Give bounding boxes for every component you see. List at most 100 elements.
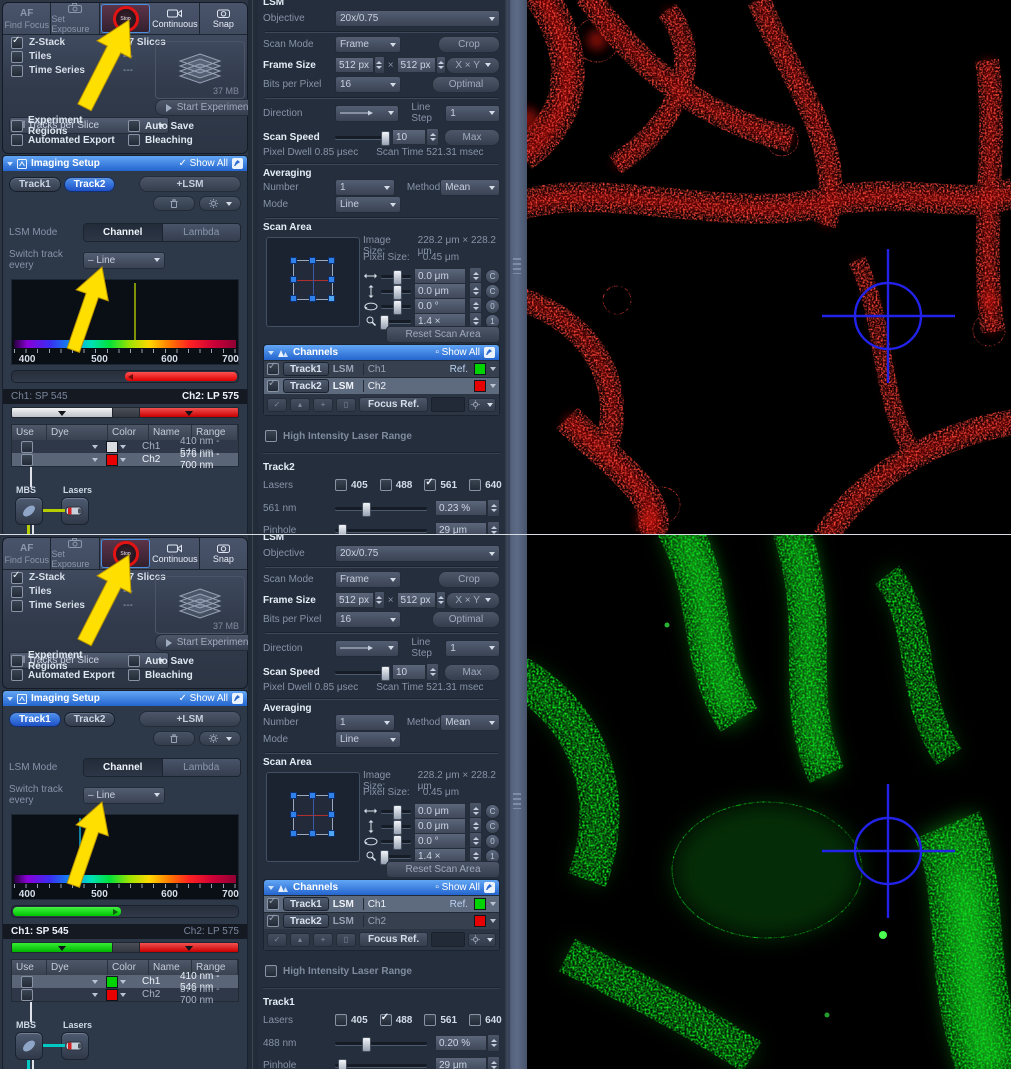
crop-button[interactable]: Crop xyxy=(438,571,500,588)
ch1-range-slider[interactable] xyxy=(11,407,113,418)
scan-mode-dropdown[interactable]: Frame xyxy=(335,36,401,53)
method-dropdown[interactable]: Mean xyxy=(440,179,500,196)
laser-power-slider[interactable] xyxy=(335,507,427,510)
slider-handle[interactable] xyxy=(362,1037,371,1052)
roi-handle[interactable] xyxy=(309,792,316,799)
ch1-color-swatch[interactable] xyxy=(106,441,118,453)
channel-row-track1[interactable]: Track1 LSM Ch1 Ref. xyxy=(264,895,499,912)
switch-track-dropdown[interactable]: – Line xyxy=(83,787,165,804)
pinhole-stepper[interactable] xyxy=(487,521,500,534)
frame-width-stepper[interactable] xyxy=(374,591,385,609)
track1-enable-checkbox[interactable] xyxy=(267,898,279,910)
experiment-regions-checkbox[interactable] xyxy=(11,655,23,667)
remove-channel-button[interactable]: ▯ xyxy=(336,398,356,412)
roi-handle[interactable] xyxy=(309,257,316,264)
offset-x-slider[interactable] xyxy=(381,275,411,278)
pinhole-field[interactable]: 29 μm xyxy=(435,522,487,534)
channels-header[interactable]: Channels ▫ Show All xyxy=(264,880,499,895)
find-focus-button[interactable]: AF Find Focus xyxy=(3,538,51,569)
laser-488-checkbox[interactable] xyxy=(380,1014,392,1026)
snap-button[interactable]: Snap xyxy=(200,3,247,34)
scan-area-preview[interactable] xyxy=(266,772,360,862)
frame-width-field[interactable]: 512 px xyxy=(335,57,374,73)
ch1-range-slider[interactable] xyxy=(11,942,113,953)
roi-handle[interactable] xyxy=(309,830,316,837)
find-focus-button[interactable]: AF Find Focus xyxy=(3,3,51,34)
ch1-color-swatch[interactable] xyxy=(106,976,118,988)
roi-handle[interactable] xyxy=(328,830,335,837)
ch1-dye-dropdown[interactable] xyxy=(42,445,102,449)
ch1-display-color-swatch[interactable] xyxy=(474,363,486,375)
zoom-slider[interactable] xyxy=(381,855,411,858)
collapse-icon[interactable] xyxy=(268,886,274,890)
scan-speed-slider[interactable] xyxy=(335,671,386,674)
channels-show-all-checkbox[interactable]: ▫ Show All xyxy=(435,347,480,358)
max-speed-button[interactable]: Max xyxy=(444,129,500,146)
roi-handle[interactable] xyxy=(328,811,335,818)
auto-save-checkbox[interactable] xyxy=(128,120,140,132)
max-speed-button[interactable]: Max xyxy=(444,664,500,681)
roi-handle[interactable] xyxy=(328,257,335,264)
tab-track2[interactable]: Track2 xyxy=(64,712,116,727)
imaging-setup-header[interactable]: Imaging Setup ✓ Show All xyxy=(3,156,247,171)
mbs-node[interactable] xyxy=(15,1032,43,1060)
laser-405-checkbox[interactable] xyxy=(335,479,347,491)
laser-640-checkbox[interactable] xyxy=(469,479,481,491)
tab-track1[interactable]: Track1 xyxy=(9,712,61,727)
tiles-checkbox[interactable] xyxy=(11,51,23,63)
continuous-button[interactable]: Continuous xyxy=(151,3,199,34)
filter-handle-icon[interactable] xyxy=(113,909,118,915)
pinhole-field[interactable]: 29 μm xyxy=(435,1057,487,1069)
dye-row-ch2[interactable]: Ch2 576 nm - 700 nm xyxy=(12,453,238,466)
roi-handle[interactable] xyxy=(290,257,297,264)
spectrum-display[interactable]: 400 500 600 700 xyxy=(11,814,239,900)
scan-speed-stepper[interactable] xyxy=(426,128,439,146)
tiles-checkbox[interactable] xyxy=(11,586,23,598)
lasers-node[interactable] xyxy=(61,1032,89,1060)
lambda-mode-button[interactable]: Lambda xyxy=(162,759,241,776)
ch2-display-color-swatch[interactable] xyxy=(474,380,486,392)
channel-row-track2[interactable]: Track2 LSM Ch2 xyxy=(264,377,499,394)
z-stack-checkbox[interactable] xyxy=(11,37,23,49)
channel-mode-button[interactable]: Channel xyxy=(84,224,162,241)
channel-row-track2[interactable]: Track2 LSM Ch2 xyxy=(264,912,499,929)
ch1-use-checkbox[interactable] xyxy=(21,976,33,988)
automated-export-checkbox[interactable] xyxy=(11,134,23,146)
dye-row-ch2[interactable]: Ch2 576 nm - 700 nm xyxy=(12,988,238,1001)
laser-power-slider[interactable] xyxy=(335,1042,427,1045)
ch2-dye-dropdown[interactable] xyxy=(42,993,102,997)
slider-handle[interactable] xyxy=(362,502,371,517)
auto-save-checkbox[interactable] xyxy=(128,655,140,667)
show-all-checkbox[interactable]: ✓ Show All xyxy=(178,158,228,169)
time-series-checkbox[interactable] xyxy=(11,600,23,612)
frame-height-field[interactable]: 512 px xyxy=(397,592,436,608)
roi-handle[interactable] xyxy=(328,792,335,799)
add-lsm-button[interactable]: +LSM xyxy=(139,711,241,727)
crop-button[interactable]: Crop xyxy=(438,36,500,53)
lasers-node[interactable] xyxy=(61,497,89,525)
pinhole-stepper[interactable] xyxy=(487,1056,500,1069)
channel-row-track1[interactable]: Track1 LSM Ch1 Ref. xyxy=(264,360,499,377)
frame-height-stepper[interactable] xyxy=(436,591,447,609)
laser-power-stepper[interactable] xyxy=(487,499,500,517)
delete-track-button[interactable] xyxy=(153,731,195,746)
add-channel-button[interactable]: + xyxy=(313,398,333,412)
optimal-button[interactable]: Optimal xyxy=(432,611,500,628)
ch1-dye-dropdown[interactable] xyxy=(42,980,102,984)
optimal-button[interactable]: Optimal xyxy=(432,76,500,93)
scan-roi[interactable] xyxy=(293,260,333,300)
start-experiment-button[interactable]: Start Experiment xyxy=(155,634,261,651)
remove-channel-button[interactable]: ▯ xyxy=(336,933,356,947)
stage-crosshair[interactable] xyxy=(527,535,1011,1069)
scan-area-preview[interactable] xyxy=(266,237,360,327)
splitter-grip[interactable] xyxy=(513,258,521,274)
imaging-setup-header[interactable]: Imaging Setup ✓ Show All xyxy=(3,691,247,706)
roi-handle[interactable] xyxy=(328,295,335,302)
ch2-dye-dropdown[interactable] xyxy=(42,458,102,462)
laser-488-checkbox[interactable] xyxy=(380,479,392,491)
switch-track-dropdown[interactable]: – Line xyxy=(83,252,165,269)
channels-show-all-checkbox[interactable]: ▫ Show All xyxy=(435,882,480,893)
spectrum-display[interactable]: 400 500 600 700 xyxy=(11,279,239,365)
undock-icon[interactable] xyxy=(484,882,495,893)
ch2-range-slider[interactable] xyxy=(139,942,239,953)
